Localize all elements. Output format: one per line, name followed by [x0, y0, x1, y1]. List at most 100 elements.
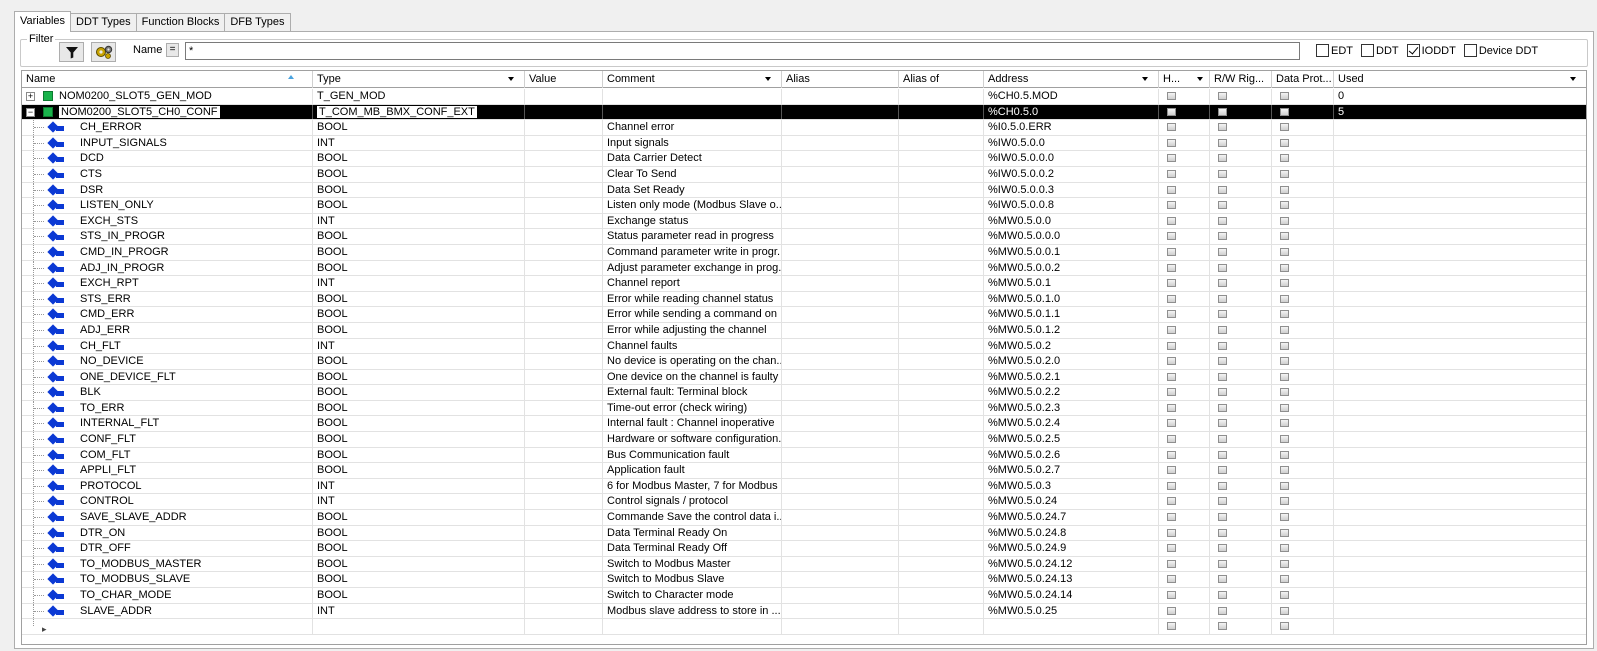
- h-cell[interactable]: [1159, 182, 1210, 198]
- value-cell[interactable]: [525, 369, 603, 385]
- rw-rights-cell[interactable]: [1210, 291, 1272, 307]
- comment-cell[interactable]: Data Terminal Ready On: [603, 525, 782, 541]
- toggle-box-icon[interactable]: [1280, 92, 1289, 100]
- name-cell[interactable]: − NOM0200_SLOT5_CH0_CONF: [22, 104, 313, 120]
- address-cell[interactable]: %MW0.5.0.24.14: [984, 588, 1159, 603]
- h-cell[interactable]: [1159, 291, 1210, 307]
- value-cell[interactable]: [525, 572, 603, 587]
- h-cell[interactable]: [1159, 556, 1210, 572]
- address-cell[interactable]: %MW0.5.0.2.2: [984, 385, 1159, 400]
- alias-cell[interactable]: [782, 213, 899, 229]
- toggle-box-icon[interactable]: [1218, 107, 1227, 116]
- data-protection-cell[interactable]: [1272, 447, 1334, 463]
- alias-of-cell[interactable]: [899, 229, 984, 244]
- used-cell[interactable]: [1334, 510, 1586, 525]
- name-cell[interactable]: ADJ_ERR: [22, 322, 313, 338]
- alias-of-cell[interactable]: [899, 369, 984, 385]
- comment-cell[interactable]: Time-out error (check wiring): [603, 400, 782, 416]
- address-cell[interactable]: %MW0.5.0.24.8: [984, 525, 1159, 541]
- h-cell[interactable]: [1159, 276, 1210, 291]
- name-cell[interactable]: + NOM0200_SLOT5_GEN_MOD: [22, 89, 313, 104]
- rw-rights-cell[interactable]: [1210, 510, 1272, 525]
- toggle-box-icon[interactable]: [1218, 481, 1227, 490]
- toggle-box-icon[interactable]: [1167, 216, 1176, 225]
- name-cell[interactable]: INTERNAL_FLT: [22, 416, 313, 432]
- address-cell[interactable]: %MW0.5.0.0.2: [984, 260, 1159, 276]
- toggle-box-icon[interactable]: [1167, 263, 1176, 272]
- toggle-box-icon[interactable]: [1280, 388, 1289, 397]
- comment-cell[interactable]: External fault: Terminal block: [603, 385, 782, 400]
- h-cell[interactable]: [1159, 354, 1210, 369]
- col-header-comment[interactable]: Comment: [603, 71, 782, 88]
- h-cell[interactable]: [1159, 120, 1210, 135]
- toggle-box-icon[interactable]: [1218, 622, 1227, 631]
- rw-rights-cell[interactable]: [1210, 525, 1272, 541]
- used-cell[interactable]: [1334, 432, 1586, 447]
- comment-cell[interactable]: Data Carrier Detect: [603, 151, 782, 166]
- toggle-box-icon[interactable]: [1167, 357, 1176, 366]
- toggle-box-icon[interactable]: [1218, 310, 1227, 319]
- address-cell[interactable]: %CH0.5.MOD: [984, 89, 1159, 104]
- h-cell[interactable]: [1159, 198, 1210, 213]
- table-row[interactable]: CONF_FLT BOOL Hardware or software configu…: [22, 432, 1586, 448]
- toggle-box-icon[interactable]: [1167, 247, 1176, 256]
- toggle-box-icon[interactable]: [1167, 232, 1176, 241]
- value-cell[interactable]: [525, 151, 603, 166]
- toggle-box-icon[interactable]: [1218, 247, 1227, 256]
- toggle-box-icon[interactable]: [1167, 450, 1176, 459]
- toggle-box-icon[interactable]: [1167, 138, 1176, 147]
- address-cell[interactable]: %MW0.5.0.1.2: [984, 322, 1159, 338]
- h-cell[interactable]: [1159, 89, 1210, 104]
- h-cell[interactable]: [1159, 322, 1210, 338]
- value-cell[interactable]: [525, 603, 603, 619]
- rw-rights-cell[interactable]: [1210, 322, 1272, 338]
- toggle-box-icon[interactable]: [1280, 419, 1289, 428]
- address-cell[interactable]: %IW0.5.0.0.2: [984, 166, 1159, 182]
- toggle-box-icon[interactable]: [1218, 232, 1227, 241]
- comment-cell[interactable]: Hardware or software configuration...: [603, 432, 782, 447]
- used-cell[interactable]: [1334, 183, 1586, 198]
- toggle-box-icon[interactable]: [1280, 528, 1289, 537]
- toggle-box-icon[interactable]: [1280, 403, 1289, 412]
- address-cell[interactable]: %MW0.5.0.0: [984, 213, 1159, 229]
- alias-of-cell[interactable]: [899, 556, 984, 572]
- comment-cell[interactable]: Command parameter write in progr...: [603, 244, 782, 260]
- alias-of-cell[interactable]: [899, 354, 984, 369]
- used-cell[interactable]: [1334, 479, 1586, 494]
- alias-cell[interactable]: [782, 603, 899, 619]
- table-row[interactable]: ONE_DEVICE_FLT BOOL One device on the chan…: [22, 369, 1586, 386]
- value-cell[interactable]: [525, 291, 603, 307]
- value-cell[interactable]: [525, 619, 603, 634]
- toggle-box-icon[interactable]: [1167, 513, 1176, 522]
- table-row[interactable]: TO_ERR BOOL Time-out error (check wiring)%…: [22, 400, 1586, 417]
- alias-cell[interactable]: [782, 478, 899, 494]
- used-cell[interactable]: 0: [1334, 89, 1586, 104]
- alias-cell[interactable]: [782, 556, 899, 572]
- type-cell[interactable]: BOOL: [313, 525, 525, 541]
- h-cell[interactable]: [1159, 432, 1210, 447]
- alias-cell[interactable]: [782, 369, 899, 385]
- alias-cell[interactable]: [782, 588, 899, 603]
- toggle-box-icon[interactable]: [1167, 388, 1176, 397]
- address-cell[interactable]: %MW0.5.0.0.1: [984, 244, 1159, 260]
- comment-cell[interactable]: Application fault: [603, 463, 782, 478]
- h-cell[interactable]: [1159, 416, 1210, 432]
- used-cell[interactable]: [1334, 385, 1586, 400]
- value-cell[interactable]: [525, 447, 603, 463]
- type-cell[interactable]: BOOL: [313, 229, 525, 244]
- check-device-ddt[interactable]: Device DDT: [1463, 44, 1538, 57]
- toggle-box-icon[interactable]: [1280, 513, 1289, 522]
- alias-cell[interactable]: [782, 447, 899, 463]
- toggle-box-icon[interactable]: [1167, 279, 1176, 288]
- data-protection-cell[interactable]: [1272, 244, 1334, 260]
- rw-rights-cell[interactable]: [1210, 400, 1272, 416]
- toggle-box-icon[interactable]: [1218, 559, 1227, 568]
- comment-cell[interactable]: Channel error: [603, 120, 782, 135]
- address-cell[interactable]: [984, 619, 1159, 634]
- toggle-box-icon[interactable]: [1280, 481, 1289, 490]
- address-cell[interactable]: %I0.5.0.ERR: [984, 120, 1159, 135]
- rw-rights-cell[interactable]: [1210, 572, 1272, 587]
- value-cell[interactable]: [525, 198, 603, 213]
- table-row[interactable]: CMD_ERR BOOL Error while sending a command…: [22, 307, 1586, 323]
- value-cell[interactable]: [525, 385, 603, 400]
